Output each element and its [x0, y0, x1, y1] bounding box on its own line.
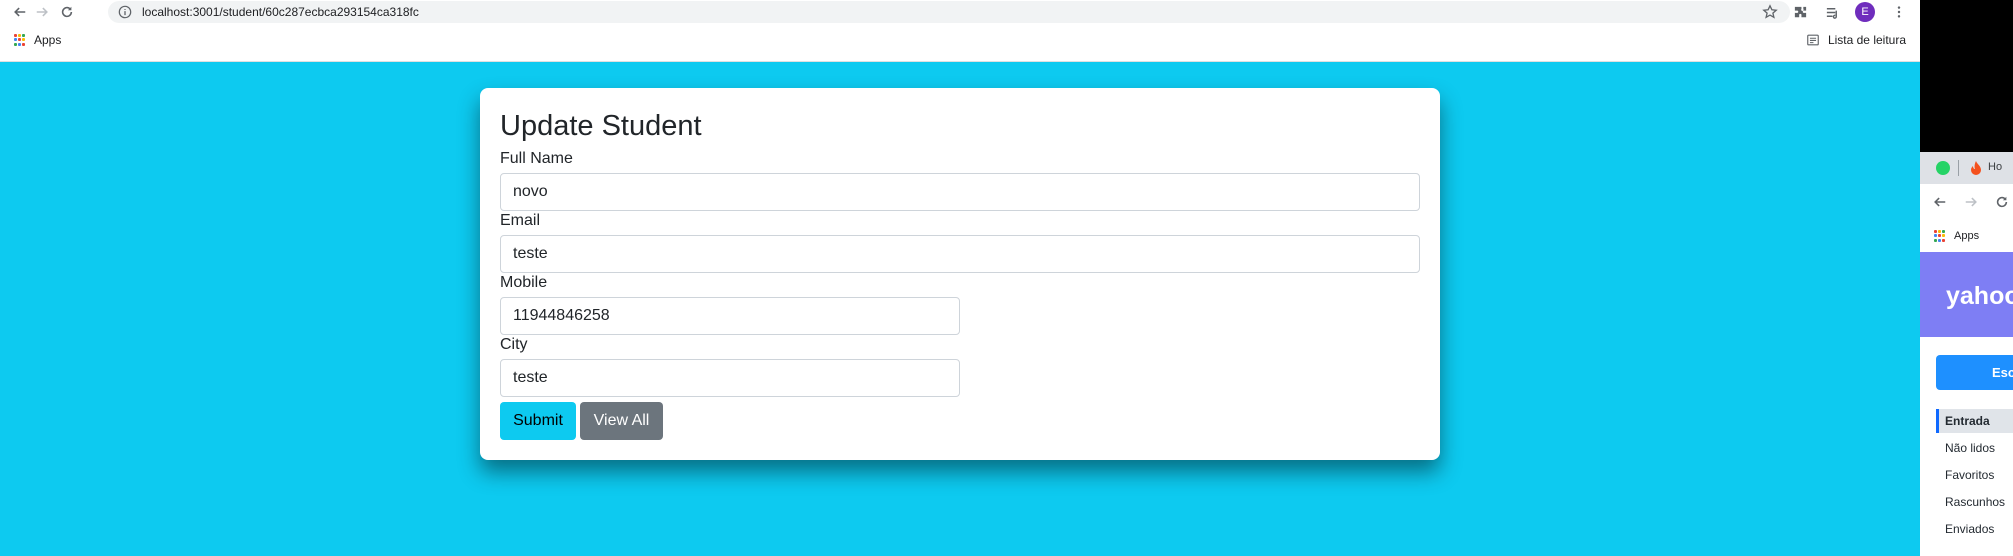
page-viewport: Update Student Full Name Email Mobile Ci… [0, 62, 1920, 556]
yahoo-logo[interactable]: yahoo [1946, 282, 2013, 311]
reading-list-label: Lista de leitura [1827, 33, 1906, 47]
bookmark-star-icon[interactable] [1762, 4, 1778, 20]
full-name-input[interactable] [500, 173, 1420, 211]
whatsapp-icon[interactable] [1936, 161, 1950, 175]
side-bookmark-apps[interactable]: Apps [1934, 230, 1979, 242]
city-label: City [500, 336, 528, 353]
side-toolbar [1920, 184, 2013, 220]
reading-list[interactable]: Lista de leitura [1806, 33, 1906, 47]
info-icon[interactable] [118, 5, 132, 19]
apps-label: Apps [34, 33, 62, 47]
update-student-form: Update Student Full Name Email Mobile Ci… [480, 88, 1440, 460]
reading-list-icon [1807, 34, 1819, 46]
profile-avatar[interactable]: E [1855, 2, 1875, 22]
side-bookmarks-bar: Apps [1920, 220, 2013, 252]
mail-folder-item[interactable]: Rascunhos [1936, 490, 2013, 514]
mobile-input[interactable] [500, 297, 960, 335]
tab-divider [1958, 160, 1959, 176]
city-input[interactable] [500, 359, 960, 397]
extensions-puzzle-icon[interactable] [1791, 3, 1809, 21]
side-apps-grid-icon [1934, 230, 1946, 242]
mail-folder-item[interactable]: Não lidos [1936, 436, 2013, 460]
full-name-label: Full Name [500, 150, 573, 167]
side-apps-label: Apps [1954, 230, 1980, 242]
view-all-button[interactable]: View All [580, 402, 663, 440]
url-text[interactable]: localhost:3001/student/60c287ecbca293154… [142, 5, 419, 19]
side-tab-label[interactable]: Ho [1988, 161, 2002, 173]
menu-dots-icon[interactable] [1889, 2, 1909, 22]
apps-grid-icon [14, 34, 26, 46]
forward-icon[interactable] [32, 2, 52, 22]
fire-icon[interactable] [1970, 160, 1982, 176]
second-browser-window: Ho Apps yahoo Escr Entrada Não lidos Favor… [1920, 0, 2013, 556]
browser-toolbar: localhost:3001/student/60c287ecbca293154… [0, 0, 1920, 24]
email-label: Email [500, 212, 541, 229]
screen: localhost:3001/student/60c287ecbca293154… [0, 0, 2013, 556]
reload-icon[interactable] [57, 2, 77, 22]
back-icon[interactable] [10, 2, 30, 22]
side-back-icon[interactable] [1933, 195, 1947, 209]
side-reload-icon[interactable] [1995, 195, 2009, 209]
side-forward-icon[interactable] [1964, 195, 1978, 209]
side-tab-strip: Ho [1920, 152, 2013, 184]
compose-button[interactable]: Escr [1936, 355, 2013, 390]
mobile-label: Mobile [500, 274, 548, 291]
mail-folder-item[interactable]: Enviados [1936, 517, 2013, 541]
mail-folder-item[interactable]: Favoritos [1936, 463, 2013, 487]
bookmarks-bar: Apps Lista de leitura [0, 24, 1920, 62]
email-input[interactable] [500, 235, 1420, 273]
page-title: Update Student [500, 110, 702, 142]
yahoo-mail-page: yahoo Escr Entrada Não lidos Favoritos Rasc… [1920, 252, 2013, 556]
media-queue-icon[interactable] [1823, 3, 1841, 21]
mail-folder-item[interactable]: Entrada [1936, 409, 2013, 433]
submit-button[interactable]: Submit [500, 402, 576, 440]
browser-window: localhost:3001/student/60c287ecbca293154… [0, 0, 1920, 556]
yahoo-header: yahoo [1920, 252, 2013, 337]
bookmark-apps[interactable]: Apps [14, 33, 61, 47]
address-bar[interactable]: localhost:3001/student/60c287ecbca293154… [108, 1, 1790, 23]
